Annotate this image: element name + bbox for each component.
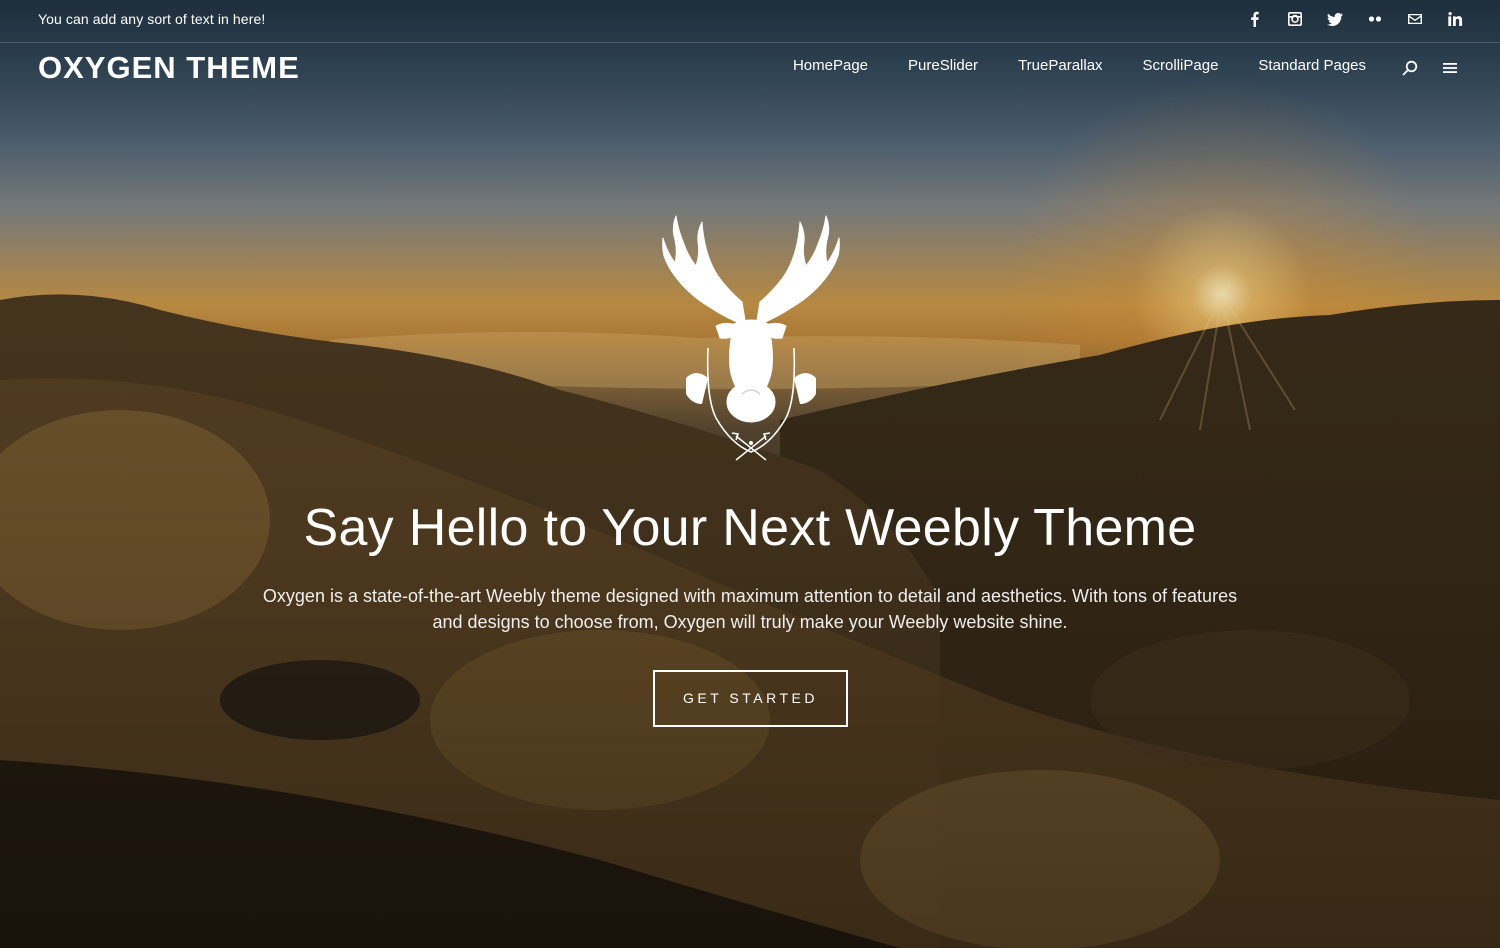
social-links	[1246, 10, 1464, 28]
facebook-icon[interactable]	[1246, 10, 1264, 28]
nav-item-trueparallax[interactable]: TrueParallax	[1018, 57, 1102, 74]
main-nav: HomePage PureSlider TrueParallax Scrolli…	[793, 57, 1366, 74]
get-started-button[interactable]: GET STARTED	[653, 670, 848, 727]
twitter-icon[interactable]	[1326, 10, 1344, 28]
top-bar: You can add any sort of text in here!	[0, 0, 1500, 43]
mail-icon[interactable]	[1406, 10, 1424, 28]
search-icon[interactable]	[1401, 59, 1419, 77]
linkedin-icon[interactable]	[1446, 10, 1464, 28]
hero-title: Say Hello to Your Next Weebly Theme	[303, 499, 1197, 557]
hero-overlay	[0, 0, 1500, 948]
stag-emblem-icon	[656, 208, 846, 464]
nav-item-scrollipage[interactable]: ScrolliPage	[1143, 57, 1219, 74]
menu-icon[interactable]	[1441, 59, 1459, 77]
topbar-text: You can add any sort of text in here!	[38, 11, 266, 27]
nav-item-homepage[interactable]: HomePage	[793, 57, 868, 74]
hero-description: Oxygen is a state-of-the-art Weebly them…	[262, 586, 1238, 632]
site-logo[interactable]: OXYGEN THEME	[38, 50, 300, 86]
nav-item-standard-pages[interactable]: Standard Pages	[1258, 57, 1366, 74]
nav-item-pureslider[interactable]: PureSlider	[908, 57, 978, 74]
instagram-icon[interactable]	[1286, 10, 1304, 28]
flickr-icon[interactable]	[1366, 10, 1384, 28]
